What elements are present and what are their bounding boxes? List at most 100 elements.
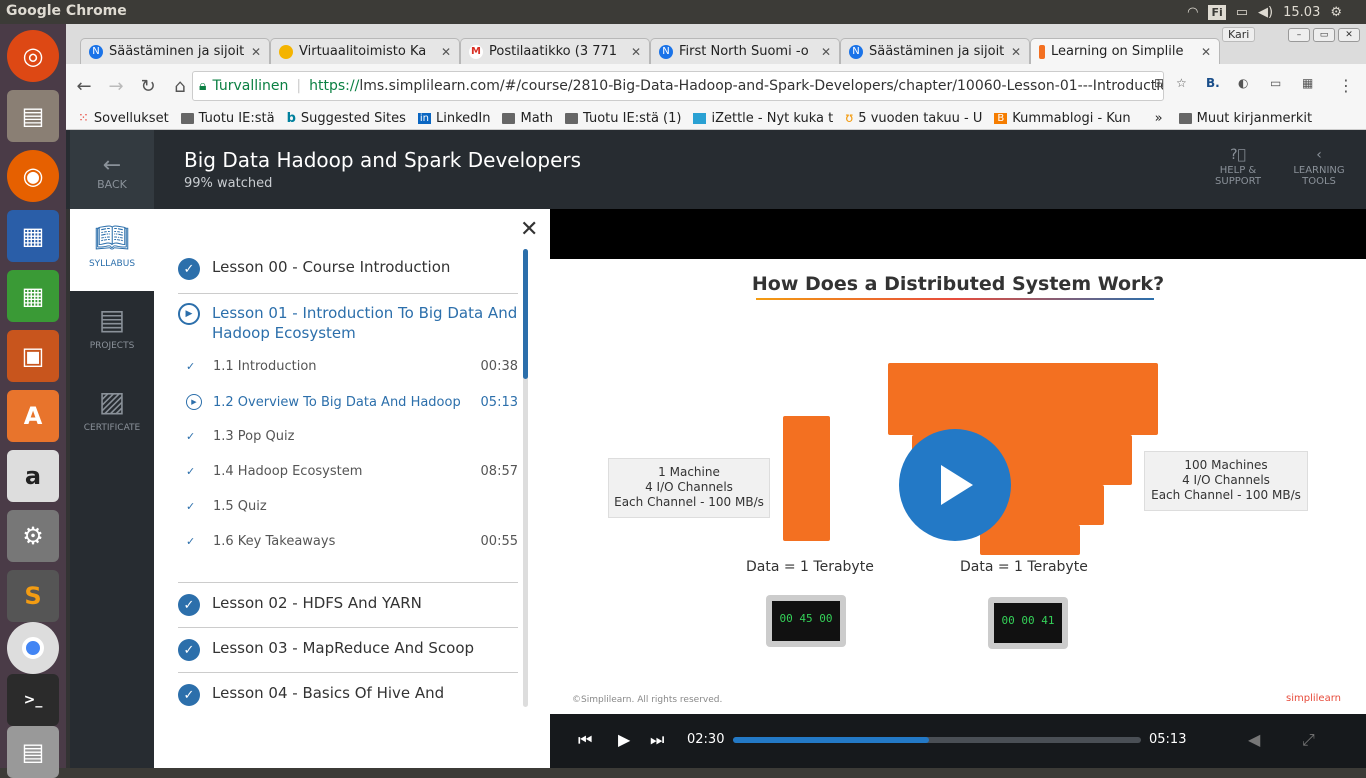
- folder-icon: [565, 113, 579, 124]
- home-icon[interactable]: ⌂: [166, 76, 194, 97]
- bookmark-item[interactable]: b Suggested Sites: [287, 111, 406, 126]
- other-bookmarks[interactable]: Muut kirjanmerkit: [1178, 111, 1312, 126]
- sublesson-item-current[interactable]: ▶ 1.2 Overview To Big Data And Hadoop 05:1…: [186, 394, 518, 410]
- translate-icon[interactable]: ⊞: [1154, 76, 1164, 90]
- terminal-icon[interactable]: >_: [7, 674, 59, 726]
- scrollbar-thumb[interactable]: [523, 249, 528, 379]
- back-arrow-icon[interactable]: ←: [70, 76, 98, 97]
- wifi-icon[interactable]: ◠: [1187, 5, 1198, 20]
- chevron-left-icon: ‹: [1316, 147, 1322, 163]
- profile-chip[interactable]: Kari: [1222, 27, 1256, 42]
- clock[interactable]: 15.03: [1283, 5, 1320, 20]
- amazon-icon[interactable]: a: [7, 450, 59, 502]
- video-player[interactable]: How Does a Distributed System Work? 1 Ma…: [550, 209, 1366, 768]
- url-protocol: https://: [309, 78, 360, 94]
- ubuntu-dash-icon[interactable]: ◎: [7, 30, 59, 82]
- keyboard-layout[interactable]: Fi: [1208, 4, 1226, 20]
- sublesson-item[interactable]: ✓ 1.1 Introduction 00:38: [186, 359, 518, 374]
- course-header: ← BACK Big Data Hadoop and Spark Develope…: [66, 130, 1366, 209]
- close-tab-icon[interactable]: ✕: [251, 45, 261, 59]
- rail-projects[interactable]: ▤ PROJECTS: [70, 291, 154, 373]
- sublesson-item[interactable]: ✓ 1.4 Hadoop Ecosystem 08:57: [186, 464, 518, 479]
- copyright: ©Simplilearn. All rights reserved.: [572, 695, 723, 705]
- reload-icon[interactable]: ↻: [134, 76, 162, 97]
- close-tab-icon[interactable]: ✕: [821, 45, 831, 59]
- bookmark-folder[interactable]: Tuotu IE:stä: [180, 111, 275, 126]
- bookmark-item[interactable]: ʊ5 vuoden takuu - U: [845, 111, 982, 126]
- close-tab-icon[interactable]: ✕: [441, 45, 451, 59]
- big-play-button[interactable]: [899, 429, 1011, 541]
- back-button[interactable]: ← BACK: [70, 130, 154, 209]
- learning-tools-button[interactable]: ‹ LEARNING TOOLS: [1286, 147, 1352, 187]
- bookmark-star-icon[interactable]: ☆: [1176, 76, 1187, 90]
- lesson-item[interactable]: ✓ Lesson 03 - MapReduce And Scoop: [178, 639, 518, 661]
- menu-icon[interactable]: ⋮: [1338, 76, 1354, 95]
- skip-forward-icon[interactable]: ⏭︎: [650, 730, 664, 750]
- check-icon: ✓: [186, 535, 196, 548]
- more-bookmarks-chevron[interactable]: »: [1155, 111, 1163, 126]
- skip-back-icon[interactable]: ⏮︎: [578, 730, 592, 750]
- player-controls: ⏮︎ ▶ ⏭︎ 02:30 05:13 ◀ ⤢: [550, 714, 1366, 768]
- volume-icon[interactable]: ◀: [1248, 730, 1260, 749]
- bookmark-item[interactable]: in LinkedIn: [417, 111, 490, 126]
- close-icon[interactable]: ✕: [520, 217, 538, 242]
- forward-arrow-icon[interactable]: →: [102, 76, 130, 97]
- close-tab-icon[interactable]: ✕: [1201, 45, 1211, 59]
- fullscreen-icon[interactable]: ⤢: [1302, 730, 1315, 750]
- browser-toolbar: ← → ↻ ⌂ 🔒︎ Turvallinen | https:// lms.si…: [66, 64, 1366, 108]
- browser-tab[interactable]: N First North Suomi -o ✕: [650, 38, 840, 64]
- seek-bar[interactable]: [733, 737, 1141, 743]
- sublesson-item[interactable]: ✓ 1.5 Quiz: [186, 499, 518, 514]
- browser-tab[interactable]: N Säästäminen ja sijoit ✕: [80, 38, 270, 64]
- system-settings-icon[interactable]: ⚙: [7, 510, 59, 562]
- printer-icon[interactable]: ▤: [7, 726, 59, 778]
- extension-icon[interactable]: ◐: [1238, 76, 1248, 90]
- close-tab-icon[interactable]: ✕: [1011, 45, 1021, 59]
- sublesson-item[interactable]: ✓ 1.3 Pop Quiz: [186, 429, 518, 444]
- settings-gear-icon[interactable]: ⚙: [1330, 5, 1342, 20]
- bookmark-folder[interactable]: Tuotu IE:stä (1): [565, 111, 681, 126]
- lesson-item[interactable]: ✓ Lesson 04 - Basics Of Hive And: [178, 684, 518, 706]
- browser-tab[interactable]: M Postilaatikko (3 771 ✕: [460, 38, 650, 64]
- rail-certificate[interactable]: ▨ CERTIFICATE: [70, 373, 154, 455]
- watched-progress: 99% watched: [184, 176, 273, 191]
- lesson-item[interactable]: ✓ Lesson 00 - Course Introduction: [178, 258, 518, 280]
- browser-tab[interactable]: N Säästäminen ja sijoit ✕: [840, 38, 1030, 64]
- brand-logo: simplilearn: [1286, 693, 1341, 704]
- address-bar[interactable]: 🔒︎ Turvallinen | https:// lms.simplilear…: [192, 71, 1164, 101]
- maximize-icon[interactable]: ▭: [1313, 28, 1335, 42]
- play-icon[interactable]: ▶: [618, 730, 630, 749]
- izettle-icon: [693, 113, 707, 124]
- extension-b-icon[interactable]: B.: [1206, 76, 1220, 90]
- projects-icon: ▤: [98, 303, 126, 336]
- close-tab-icon[interactable]: ✕: [631, 45, 641, 59]
- sublime-text-icon[interactable]: S: [7, 570, 59, 622]
- bookmark-apps[interactable]: ⁙ Sovellukset: [78, 111, 169, 126]
- chrome-icon[interactable]: [7, 622, 59, 674]
- single-machine-box: 1 Machine 4 I/O Channels Each Channel - …: [608, 458, 770, 518]
- lesson-item-current[interactable]: ▶ Lesson 01 - Introduction To Big Data An…: [178, 303, 518, 343]
- bookmark-folder[interactable]: Math: [502, 111, 553, 126]
- lesson-item[interactable]: ✓ Lesson 02 - HDFS And YARN: [178, 594, 518, 616]
- rail-syllabus[interactable]: 📖︎ SYLLABUS: [70, 209, 154, 291]
- volume-icon[interactable]: ◀): [1258, 5, 1273, 20]
- software-center-icon[interactable]: A: [7, 390, 59, 442]
- writer-icon[interactable]: ▦: [7, 210, 59, 262]
- battery-icon[interactable]: ▭: [1236, 5, 1248, 20]
- sublesson-item[interactable]: ✓ 1.6 Key Takeaways 00:55: [186, 534, 518, 549]
- tab-favicon-icon: N: [659, 44, 673, 59]
- close-window-icon[interactable]: ✕: [1338, 28, 1360, 42]
- browser-tab[interactable]: Virtuaalitoimisto Ka ✕: [270, 38, 460, 64]
- file-manager-icon[interactable]: ▤: [7, 90, 59, 142]
- impress-icon[interactable]: ▣: [7, 330, 59, 382]
- extension-icon[interactable]: ▦: [1302, 76, 1313, 90]
- browser-tab-active[interactable]: Learning on Simplile ✕: [1030, 38, 1220, 64]
- bookmark-item[interactable]: B Kummablogi - Kun: [994, 111, 1131, 126]
- firefox-icon[interactable]: ◉: [7, 150, 59, 202]
- minimize-icon[interactable]: –: [1288, 28, 1310, 42]
- check-circle-icon: ✓: [178, 639, 200, 661]
- calc-icon[interactable]: ▦: [7, 270, 59, 322]
- bookmark-item[interactable]: iZettle - Nyt kuka t: [693, 111, 833, 126]
- extension-icon[interactable]: ▭: [1270, 76, 1281, 90]
- help-support-button[interactable]: ?⃝ HELP & SUPPORT: [1206, 148, 1270, 187]
